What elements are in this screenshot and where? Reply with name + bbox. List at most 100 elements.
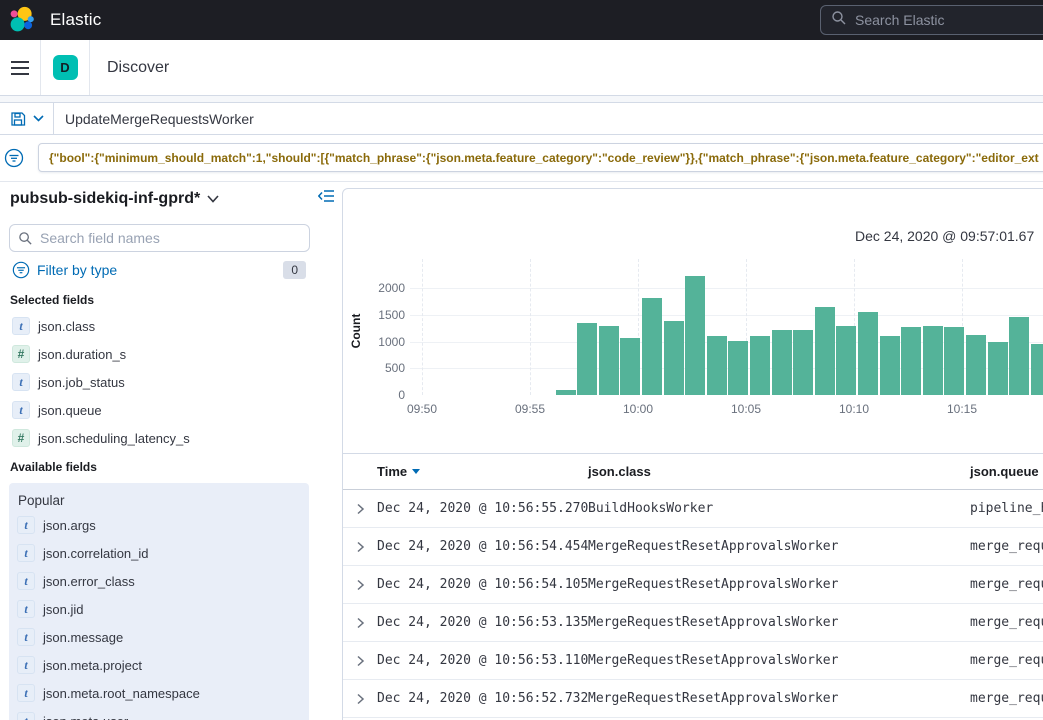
field-item[interactable]: tjson.meta.user [9,707,309,720]
string-field-icon: t [12,401,30,419]
cell-time: Dec 24, 2020 @ 10:56:53.110 [377,642,588,679]
histogram-bar [815,307,835,395]
cell-time: Dec 24, 2020 @ 10:56:54.454 [377,528,588,565]
string-field-icon: t [17,656,35,674]
field-name: json.queue [38,403,102,418]
global-search-input[interactable]: Search Elastic [820,5,1043,35]
cell-json-class: MergeRequestResetApprovalsWorker [588,680,838,717]
field-item[interactable]: tjson.job_status [4,368,308,396]
field-item[interactable]: # json.duration_s [4,340,308,368]
column-header-json-queue[interactable]: json.queue [970,454,1039,489]
popular-fields-section: Popular tjson.argstjson.correlation_idtj… [9,483,309,720]
column-header-time[interactable]: Time [377,454,420,489]
field-item[interactable]: # json.scheduling_latency_s [4,424,308,452]
histogram-bar [772,330,792,395]
chart-y-axis-label: Count [349,311,363,351]
x-axis-tick: 10:05 [724,402,768,416]
expand-row-icon[interactable] [352,691,368,712]
field-name: json.duration_s [38,347,126,362]
histogram-bar [707,336,727,395]
sort-desc-icon [412,469,420,474]
y-gridline [410,315,1043,316]
string-field-icon: t [17,516,35,534]
save-icon [10,111,26,127]
field-item[interactable]: t json.queue [4,396,308,424]
selected-fields-heading: Selected fields [10,293,94,307]
field-item[interactable]: tjson.correlation_id [9,539,309,567]
y-axis-tick: 1500 [365,308,405,322]
filter-bar: {"bool":{"minimum_should_match":1,"shoul… [0,135,1043,182]
expand-row-icon[interactable] [352,501,368,522]
column-label: json.class [588,464,651,479]
number-field-icon: # [12,345,30,363]
x-axis-tick: 09:50 [400,402,444,416]
y-axis-tick: 1000 [365,335,405,349]
table-row: Dec 24, 2020 @ 10:56:54.105MergeRequestR… [343,566,1043,604]
table-row: Dec 24, 2020 @ 10:56:53.110MergeRequestR… [343,642,1043,680]
query-input[interactable]: UpdateMergeRequestsWorker [54,103,1043,134]
popular-fields-list: tjson.argstjson.correlation_idtjson.erro… [9,511,309,720]
x-axis-tick: 10:15 [940,402,984,416]
field-item[interactable]: tjson.meta.project [9,651,309,679]
field-search-input[interactable]: Search field names [9,224,310,252]
collapse-sidebar-icon[interactable] [318,189,334,208]
histogram-bar [577,323,597,395]
histogram-bar [944,327,964,395]
histogram-bar [685,276,705,395]
histogram-bar [1031,344,1043,395]
cell-json-queue: merge_requests [970,566,1043,603]
x-gridline [422,259,423,395]
field-item[interactable]: tjson.jid [9,595,309,623]
field-item[interactable]: tjson.class [4,312,308,340]
field-search-placeholder: Search field names [40,230,160,246]
breadcrumb[interactable]: Discover [107,59,169,77]
number-field-icon: # [12,429,30,447]
navbar: D Discover [0,40,1043,96]
expand-row-icon[interactable] [352,577,368,598]
expand-row-icon[interactable] [352,615,368,636]
string-field-icon: t [17,712,35,720]
string-field-icon: t [17,628,35,646]
field-name: json.scheduling_latency_s [38,431,190,446]
cell-json-class: MergeRequestResetApprovalsWorker [588,642,838,679]
x-axis-tick: 09:55 [508,402,552,416]
global-header: Elastic Search Elastic [0,0,1043,40]
cell-time: Dec 24, 2020 @ 10:56:52.732 [377,680,588,717]
field-item[interactable]: t json.message [9,623,309,651]
table-header: Time json.class json.queue [343,453,1043,490]
histogram-bar [880,336,900,395]
cell-json-class: BuildHooksWorker [588,490,713,527]
menu-icon[interactable] [0,40,40,95]
field-item[interactable]: tjson.error_class [9,567,309,595]
column-header-json-class[interactable]: json.class [588,454,651,489]
expand-row-icon[interactable] [352,653,368,674]
histogram-bar [728,341,748,395]
field-name: json.message [43,630,123,645]
string-field-icon: t [17,600,35,618]
field-name: json.job_status [38,375,125,390]
filter-by-type-button[interactable]: Filter by type [37,262,117,278]
index-pattern-selector[interactable]: pubsub-sidekiq-inf-gprd* [10,190,219,208]
field-item[interactable]: tjson.args [9,511,309,539]
filter-pill[interactable]: {"bool":{"minimum_should_match":1,"shoul… [38,143,1043,172]
field-item[interactable]: tjson.meta.root_namespace [9,679,309,707]
cell-json-class: MergeRequestResetApprovalsWorker [588,566,838,603]
table-row: Dec 24, 2020 @ 10:56:53.135MergeRequestR… [343,604,1043,642]
x-gridline [530,259,531,395]
cell-json-class: MergeRequestResetApprovalsWorker [588,604,838,641]
x-axis-tick: 10:10 [832,402,876,416]
nav-divider [89,40,90,95]
y-axis-tick: 0 [365,388,405,402]
histogram-bar [793,330,813,395]
filter-icon[interactable] [4,148,24,168]
elastic-logo-icon[interactable] [8,6,36,34]
selected-fields-list: tjson.class#json.duration_stjson.job_sta… [4,312,308,452]
save-query-button[interactable] [0,103,54,134]
histogram-bar [664,321,684,395]
y-axis-tick: 500 [365,361,405,375]
expand-row-icon[interactable] [352,539,368,560]
table-body: Dec 24, 2020 @ 10:56:55.270BuildHooksWor… [343,490,1043,718]
y-axis-tick: 2000 [365,281,405,295]
app-icon-cell: D [41,40,89,95]
string-field-icon: t [17,544,35,562]
